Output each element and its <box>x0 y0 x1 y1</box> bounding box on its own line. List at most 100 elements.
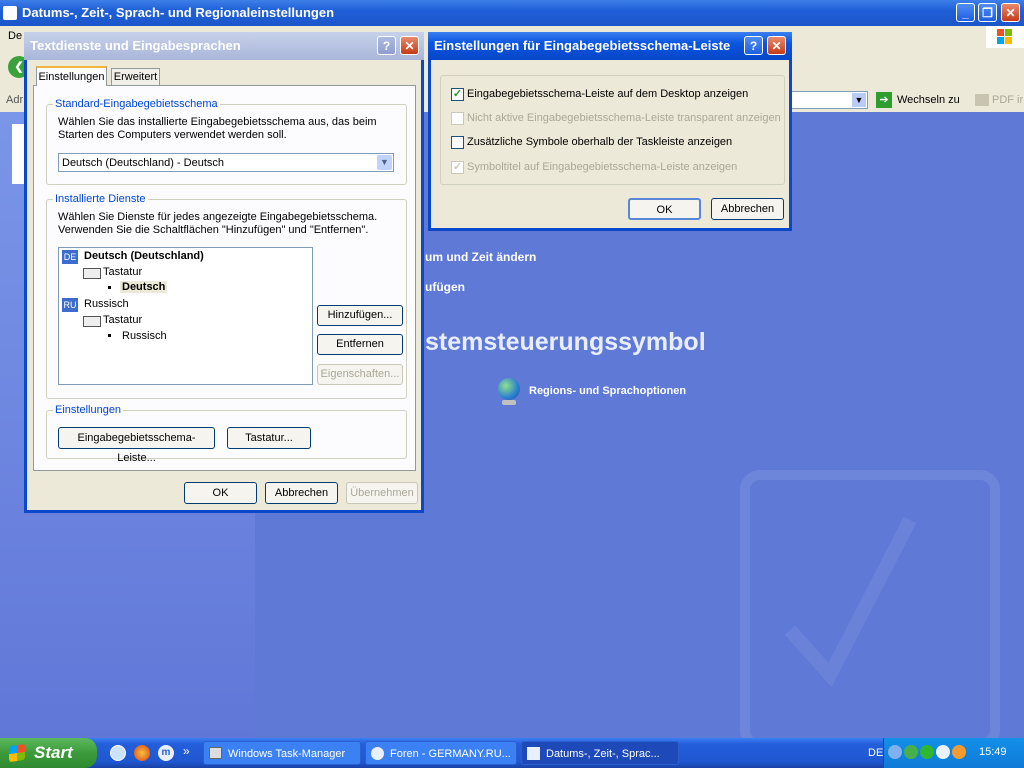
chevron-down-icon[interactable]: ▼ <box>377 155 392 170</box>
link-change-date-time[interactable]: um und Zeit ändern <box>425 250 536 264</box>
checkmark-watermark-icon <box>740 470 1000 750</box>
tree-item-russian[interactable]: Russisch <box>84 298 129 310</box>
icon-titles-label[interactable]: Symboltitel auf Eingabegebietsschema-Lei… <box>467 161 737 173</box>
update-icon[interactable] <box>952 745 966 759</box>
extra-icons-checkbox[interactable] <box>451 136 464 149</box>
transparent-checkbox[interactable] <box>451 112 464 125</box>
close-button[interactable]: ✕ <box>1001 3 1020 22</box>
clock[interactable]: 15:49 <box>979 746 1007 758</box>
help-button[interactable]: ? <box>377 36 396 55</box>
show-langbar-label[interactable]: Eingabegebietsschema-Leiste auf dem Desk… <box>467 88 748 100</box>
extra-icons-label[interactable]: Zusätzliche Symbole oberhalb der Tasklei… <box>467 136 732 148</box>
minimize-button[interactable]: _ <box>956 3 975 22</box>
installed-services-description: Wählen Sie Dienste für jedes angezeigte … <box>58 211 378 236</box>
ok-button[interactable]: OK <box>628 198 701 220</box>
add-button[interactable]: Hinzufügen... <box>317 305 403 326</box>
installed-services-group: Installierte Dienste Wählen Sie Dienste … <box>46 193 407 399</box>
apply-button[interactable]: Übernehmen <box>346 482 418 504</box>
taskbar: Start m » Windows Task-Manager Foren - G… <box>0 738 1024 768</box>
lang-badge-ru: RU <box>62 298 78 312</box>
default-input-description: Wählen Sie das installierte Eingabegebie… <box>58 116 377 141</box>
pdf-icon[interactable] <box>975 94 989 106</box>
tree-item-keyboard-ru[interactable]: Tastatur <box>103 314 142 326</box>
tab-panel: Standard-Eingabegebietsschema Wählen Sie… <box>33 85 416 471</box>
langbar-settings-dialog: Einstellungen für Eingabegebietsschema-L… <box>428 32 792 231</box>
textdienste-title: Textdienste und Eingabesprachen <box>30 38 241 53</box>
icon-titles-checkbox[interactable]: ✓ <box>451 161 464 174</box>
default-input-select[interactable]: Deutsch (Deutschland) - Deutsch ▼ <box>58 153 394 172</box>
link-regional-options[interactable]: Regions- und Sprachoptionen <box>529 385 686 397</box>
pdf-button[interactable]: PDF ir <box>992 94 1023 106</box>
main-title-bar[interactable]: Datums-, Zeit-, Sprach- und Regionaleins… <box>0 0 1024 26</box>
globe-icon[interactable] <box>498 378 520 400</box>
globe-stand-icon <box>502 400 516 405</box>
language-indicator[interactable]: DE <box>868 747 883 759</box>
installed-services-label: Installierte Dienste <box>53 193 148 205</box>
close-button[interactable]: ✕ <box>767 36 786 55</box>
langbar-button[interactable]: Eingabegebietsschema-Leiste... <box>58 427 215 464</box>
default-input-label: Standard-Eingabegebietsschema <box>53 98 220 110</box>
show-langbar-checkbox[interactable]: ✓ <box>451 88 464 101</box>
tree-item-german[interactable]: Deutsch (Deutschland) <box>84 250 204 262</box>
textdienste-dialog: Textdienste und Eingabesprachen ? ✕ Eins… <box>24 32 424 513</box>
antivirus-icon[interactable] <box>936 745 950 759</box>
start-label: Start <box>34 743 73 762</box>
window-icon <box>3 6 17 20</box>
tree-item-deutsch[interactable]: Deutsch <box>120 281 168 293</box>
langbar-options-group: ✓ Eingabegebietsschema-Leiste auf dem De… <box>440 75 785 185</box>
maximize-button[interactable]: ❐ <box>978 3 997 22</box>
langbar-title-bar[interactable]: Einstellungen für Eingabegebietsschema-L… <box>428 32 792 60</box>
transparent-label[interactable]: Nicht aktive Eingabegebietsschema-Leiste… <box>467 112 781 124</box>
default-input-group: Standard-Eingabegebietsschema Wählen Sie… <box>46 98 407 185</box>
task-date-time[interactable]: Datums-, Zeit-, Sprac... <box>521 741 679 765</box>
langbar-title: Einstellungen für Eingabegebietsschema-L… <box>434 38 731 53</box>
browser-icon <box>371 747 384 760</box>
address-input[interactable]: ▼ <box>790 91 868 109</box>
address-label: Adr <box>6 94 24 106</box>
quicklaunch-m-icon[interactable]: m <box>158 745 174 761</box>
ok-button[interactable]: OK <box>184 482 257 504</box>
task-forum[interactable]: Foren - GERMANY.RU... <box>365 741 517 765</box>
keyboard-icon <box>83 316 101 327</box>
system-tray: 15:49 <box>883 738 1024 768</box>
close-button[interactable]: ✕ <box>400 36 419 55</box>
settings-group: Einstellungen Eingabegebietsschema-Leist… <box>46 404 407 464</box>
section-heading: stemsteuerungssymbol <box>425 328 706 356</box>
remove-button[interactable]: Entfernen <box>317 334 403 355</box>
go-button[interactable]: Wechseln zu <box>897 94 960 106</box>
network-icon[interactable] <box>904 745 918 759</box>
menu-item-partial[interactable]: De <box>8 30 22 42</box>
keyboard-settings-button[interactable]: Tastatur... <box>227 427 311 449</box>
main-window-title: Datums-, Zeit-, Sprach- und Regionaleins… <box>22 5 335 20</box>
start-button[interactable]: Start <box>0 738 97 768</box>
cancel-button[interactable]: Abbrechen <box>711 198 784 220</box>
task-label: Foren - GERMANY.RU... <box>390 748 511 760</box>
task-label: Datums-, Zeit-, Sprac... <box>546 748 660 760</box>
quicklaunch-chevron[interactable]: » <box>183 744 190 758</box>
chevron-down-icon[interactable]: ▼ <box>852 93 866 107</box>
link-add[interactable]: ufügen <box>425 280 465 294</box>
default-input-value: Deutsch (Deutschland) - Deutsch <box>62 157 225 169</box>
tab-einstellungen[interactable]: Einstellungen <box>36 66 107 86</box>
task-manager-icon <box>209 747 222 759</box>
windows-logo-icon <box>9 743 25 763</box>
tree-item-keyboard-de[interactable]: Tastatur <box>103 266 142 278</box>
quicklaunch-browser-icon[interactable] <box>134 745 150 761</box>
cancel-button[interactable]: Abbrechen <box>265 482 338 504</box>
bullet-icon <box>108 334 111 337</box>
task-pane-panel <box>12 124 24 184</box>
tree-item-russisch[interactable]: Russisch <box>122 330 167 342</box>
textdienste-title-bar[interactable]: Textdienste und Eingabesprachen ? ✕ <box>24 32 424 60</box>
help-button[interactable]: ? <box>744 36 763 55</box>
settings-label: Einstellungen <box>53 404 124 416</box>
go-arrow-icon[interactable]: ➔ <box>876 92 892 108</box>
task-label: Windows Task-Manager <box>228 748 346 760</box>
tab-erweitert[interactable]: Erweitert <box>111 68 160 86</box>
security-check-icon[interactable] <box>920 745 934 759</box>
langbar-restore-icon[interactable] <box>888 745 902 759</box>
bullet-icon <box>108 286 111 289</box>
services-tree[interactable]: DE Deutsch (Deutschland) Tastatur Deutsc… <box>58 247 313 385</box>
properties-button[interactable]: Eigenschaften... <box>317 364 403 385</box>
quicklaunch-ie-icon[interactable] <box>110 745 126 761</box>
task-task-manager[interactable]: Windows Task-Manager <box>203 741 361 765</box>
